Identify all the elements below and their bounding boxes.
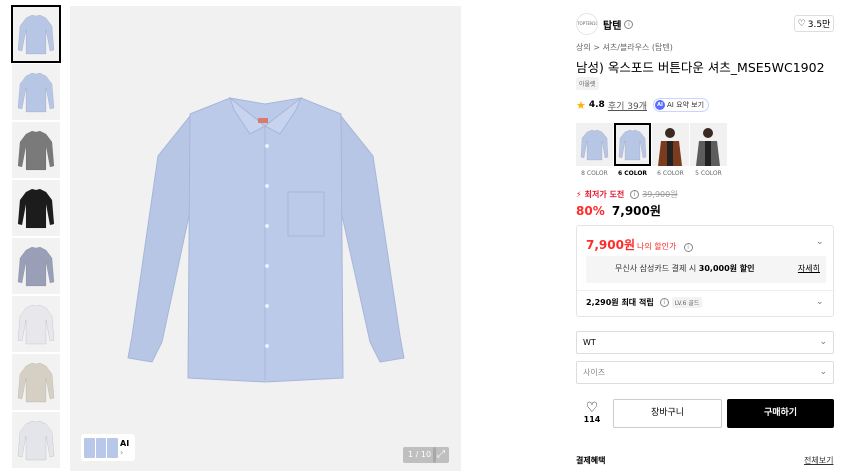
thumbnail-item[interactable] [12,122,60,178]
color-option[interactable]: 6 COLOR [614,123,651,177]
color-option[interactable]: 6 COLOR [652,123,689,177]
color-thumb [652,123,689,166]
card-promo: 무신사 삼성카드 결제 시 30,000원 할인 자세히 [586,256,826,283]
chevron-down-icon[interactable]: ⌄ [816,237,824,247]
star-icon: ★ [576,98,586,112]
card-promo-detail-link[interactable]: 자세히 [798,263,820,274]
brand-like-button[interactable]: ♡ 3.5만 [794,15,834,32]
info-icon[interactable]: i [683,243,693,252]
thumbnail-item[interactable] [12,180,60,236]
brand-like-count: 3.5만 [807,20,831,30]
main-product-image[interactable]: AI › 1 / 10 ⤢ [70,6,461,471]
points-row[interactable]: 2,290원 최대 적립 i LV.6 골드 [586,297,703,308]
info-icon[interactable]: i [624,19,634,29]
product-title: 남성) 옥스포드 버튼다운 셔츠_MSE5WC1902 [576,60,825,75]
my-price-label: 나의 할인가 [637,242,677,251]
original-price: 39,900원 [642,190,678,199]
add-to-cart-button[interactable]: 장바구니 [613,399,722,428]
outlet-badge: 아울렛 [576,77,599,90]
thumbnail-item[interactable] [12,354,60,410]
color-thumb [614,123,651,166]
color-option-label: 6 COLOR [657,170,684,177]
ai-badge-icon: AI [654,100,665,110]
thumbnail-item[interactable] [12,238,60,294]
my-price-value: 7,900원 [586,238,635,252]
shirt-icon [618,129,647,161]
model-image [696,128,720,166]
ai-lookbook-chip[interactable]: AI › [81,434,135,461]
shirt-icon [580,129,609,161]
color-options: 8 COLOR 6 COLOR 6 COLOR 5 COLOR [576,123,727,177]
rating-value: 4.8 [588,100,605,110]
shirt-icon [17,420,55,461]
thumbnail-item[interactable] [11,5,61,63]
ai-chip-thumbnail [84,437,119,458]
thumbnail-item[interactable] [12,296,60,352]
brand-logo[interactable]: TOPTEN10 [576,13,598,35]
shirt-image [127,96,405,383]
lowest-price-label: 최저가 도전 [584,190,625,199]
price-row: 80% 7,900원 [576,202,661,219]
level-badge: LV.6 골드 [671,297,703,308]
color-thumb [576,123,613,166]
chevron-right-icon: › [120,447,124,457]
thumbnail-list [11,5,61,470]
breadcrumb: 상의 > 셔츠/블라우스 (탑텐) [576,42,673,53]
product-info-panel: TOPTEN10 탑텐 i ♡ 3.5만 상의 > 셔츠/블라우스 (탑텐) 남… [566,0,850,471]
color-option-label: 8 COLOR [581,170,608,177]
shirt-icon [17,130,55,171]
discount-rate: 80% [576,204,605,218]
heart-icon: ♡ [585,400,599,416]
color-thumb [690,123,727,166]
info-icon[interactable]: i [659,298,669,307]
wishlist-count: 114 [583,415,601,424]
review-link[interactable]: 후기 39개 [608,99,647,112]
card-promo-text: 무신사 삼성카드 결제 시 30,000원 할인 [615,264,755,273]
color-option-label: 5 COLOR [695,170,722,177]
color-option[interactable]: 8 COLOR [576,123,613,177]
brand-name[interactable]: 탑텐 [603,17,621,32]
shirt-icon [17,188,55,229]
benefit-view-all-link[interactable]: 전체보기 [804,455,833,466]
sale-price: 7,900원 [611,204,661,218]
shirt-icon [17,362,55,403]
divider [577,290,833,291]
shirt-icon [17,304,55,345]
image-page-indicator: 1 / 10 [403,447,437,463]
fire-icon: ⚡ [576,190,582,199]
breadcrumb-separator: > [593,43,600,52]
chevron-down-icon: ⌄ [819,337,827,347]
points-text: 2,290원 최대 적립 [586,298,654,307]
payment-benefit-heading: 결제혜택 [576,456,606,465]
discount-box: 7,900원 나의 할인가 i ⌄ 무신사 삼성카드 결제 시 30,000원 할… [576,225,834,317]
chevron-down-icon: ⌄ [819,367,827,377]
shirt-icon [17,72,55,113]
thumbnail-item[interactable] [12,64,60,120]
expand-icon[interactable]: ⤢ [433,447,449,463]
info-icon[interactable]: i [630,190,640,199]
ai-summary-label: AI 요약 보기 [666,101,705,109]
heart-icon: ♡ [797,18,806,29]
size-select-placeholder: 사이즈 [583,368,606,377]
rating-row: ★ 4.8 후기 39개 AI AI 요약 보기 [576,98,710,112]
breadcrumb-level2[interactable]: 셔츠/블라우스 (탑텐) [603,43,673,52]
thumbnail-item[interactable] [12,412,60,468]
color-option[interactable]: 5 COLOR [690,123,727,177]
wishlist-button[interactable]: ♡ 114 [581,401,603,424]
chevron-down-icon[interactable]: ⌄ [816,297,824,307]
shirt-icon [17,246,55,287]
breadcrumb-level1[interactable]: 상의 [576,43,591,52]
my-price[interactable]: 7,900원 나의 할인가 i [586,236,693,253]
size-select[interactable]: 사이즈 ⌄ [576,361,834,384]
buy-now-button[interactable]: 구매하기 [727,399,834,428]
model-image [658,128,682,166]
lowest-price-row: ⚡ 최저가 도전 i 39,900원 [576,189,678,200]
color-select[interactable]: WT ⌄ [576,331,834,354]
color-select-value: WT [583,338,596,347]
shirt-icon [17,14,55,55]
ai-summary-button[interactable]: AI AI 요약 보기 [652,98,710,112]
ai-chip-label: AI [120,438,130,448]
color-option-label: 6 COLOR [617,170,648,177]
